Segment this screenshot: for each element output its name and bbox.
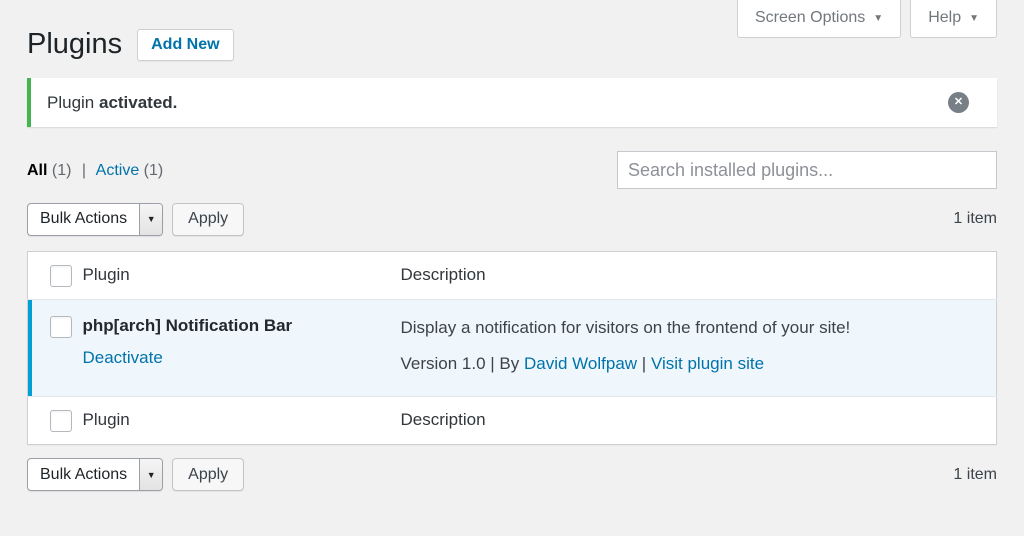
- filter-active-label: Active: [95, 162, 140, 179]
- screen-options-button[interactable]: Screen Options ▼: [737, 0, 902, 38]
- column-footer-plugin: Plugin: [72, 395, 391, 445]
- filter-active-link[interactable]: Active: [96, 162, 140, 179]
- help-button[interactable]: Help ▼: [910, 0, 997, 38]
- select-dropdown-icon: ▼: [139, 459, 163, 491]
- plugins-list-table: Plugin Description php[arch] Notificatio…: [27, 251, 997, 445]
- list-controls-row: All (1) | Active (1): [27, 151, 997, 189]
- tablenav-top: Bulk Actions ▼ Apply 1 item: [27, 201, 997, 237]
- tablenav-bottom: Bulk Actions ▼ Apply 1 item: [27, 457, 997, 493]
- dismiss-notice-icon[interactable]: ✕: [948, 92, 969, 113]
- plugin-version-text: Version 1.0 | By: [400, 353, 524, 373]
- plugin-activated-notice: Plugin activated. ✕: [27, 78, 997, 127]
- notice-text: Plugin activated.: [47, 93, 177, 113]
- chevron-down-icon: ▼: [969, 12, 979, 24]
- apply-button-bottom[interactable]: Apply: [172, 458, 245, 492]
- bulk-actions-group-top: Bulk Actions ▼ Apply: [27, 202, 245, 236]
- bulk-actions-select-bottom[interactable]: Bulk Actions ▼: [27, 458, 164, 492]
- plugin-name: php[arch] Notification Bar: [82, 316, 293, 335]
- item-count: 1 item: [953, 210, 997, 227]
- table-header-row: Plugin Description: [27, 251, 997, 300]
- plugins-page: Plugins Add New Plugin activated. ✕ All …: [0, 0, 1024, 493]
- filter-separator: |: [81, 162, 87, 179]
- notice-text-bold: activated.: [98, 92, 178, 112]
- table-row: php[arch] Notification Bar Deactivate Di…: [27, 299, 997, 397]
- filter-all-label: All: [27, 162, 48, 179]
- meta-separator: |: [637, 353, 651, 373]
- author-link[interactable]: David Wolfpaw: [524, 354, 637, 373]
- bulk-actions-selected-value-bottom: Bulk Actions: [40, 465, 128, 483]
- page-title: Plugins: [27, 28, 123, 61]
- select-all-checkbox-bottom[interactable]: [50, 409, 72, 432]
- filter-active-count: (1): [143, 162, 164, 179]
- apply-button[interactable]: Apply: [172, 202, 245, 236]
- bulk-actions-select[interactable]: Bulk Actions ▼: [27, 202, 164, 236]
- plugin-meta: Version 1.0 | By David Wolfpaw | Visit p…: [401, 354, 987, 374]
- search-input[interactable]: [617, 151, 997, 189]
- notice-text-regular: Plugin: [47, 92, 99, 112]
- select-plugin-checkbox[interactable]: [50, 316, 72, 338]
- column-footer-description: Description: [390, 395, 997, 445]
- filter-all-link[interactable]: All: [27, 162, 47, 179]
- plugin-description: Display a notification for visitors on t…: [400, 318, 851, 337]
- deactivate-link[interactable]: Deactivate: [83, 348, 163, 368]
- select-all-checkbox[interactable]: [50, 265, 72, 287]
- table-footer-row: Plugin Description: [27, 395, 997, 445]
- help-label: Help: [928, 9, 962, 26]
- column-header-description: Description: [390, 251, 997, 300]
- bulk-actions-group-bottom: Bulk Actions ▼ Apply: [27, 458, 245, 492]
- item-count-bottom: 1 item: [953, 465, 997, 483]
- bulk-actions-selected-value: Bulk Actions: [40, 210, 128, 227]
- filter-all-count: (1): [51, 162, 72, 179]
- select-dropdown-icon: ▼: [139, 203, 163, 235]
- status-filter-links: All (1) | Active (1): [27, 162, 163, 189]
- column-header-plugin: Plugin: [72, 251, 391, 300]
- chevron-down-icon: ▼: [873, 12, 884, 24]
- screen-meta-links: Screen Options ▼ Help ▼: [737, 0, 997, 38]
- screen-options-label: Screen Options: [755, 9, 866, 26]
- add-new-button[interactable]: Add New: [137, 29, 234, 61]
- visit-plugin-site-link[interactable]: Visit plugin site: [651, 354, 764, 373]
